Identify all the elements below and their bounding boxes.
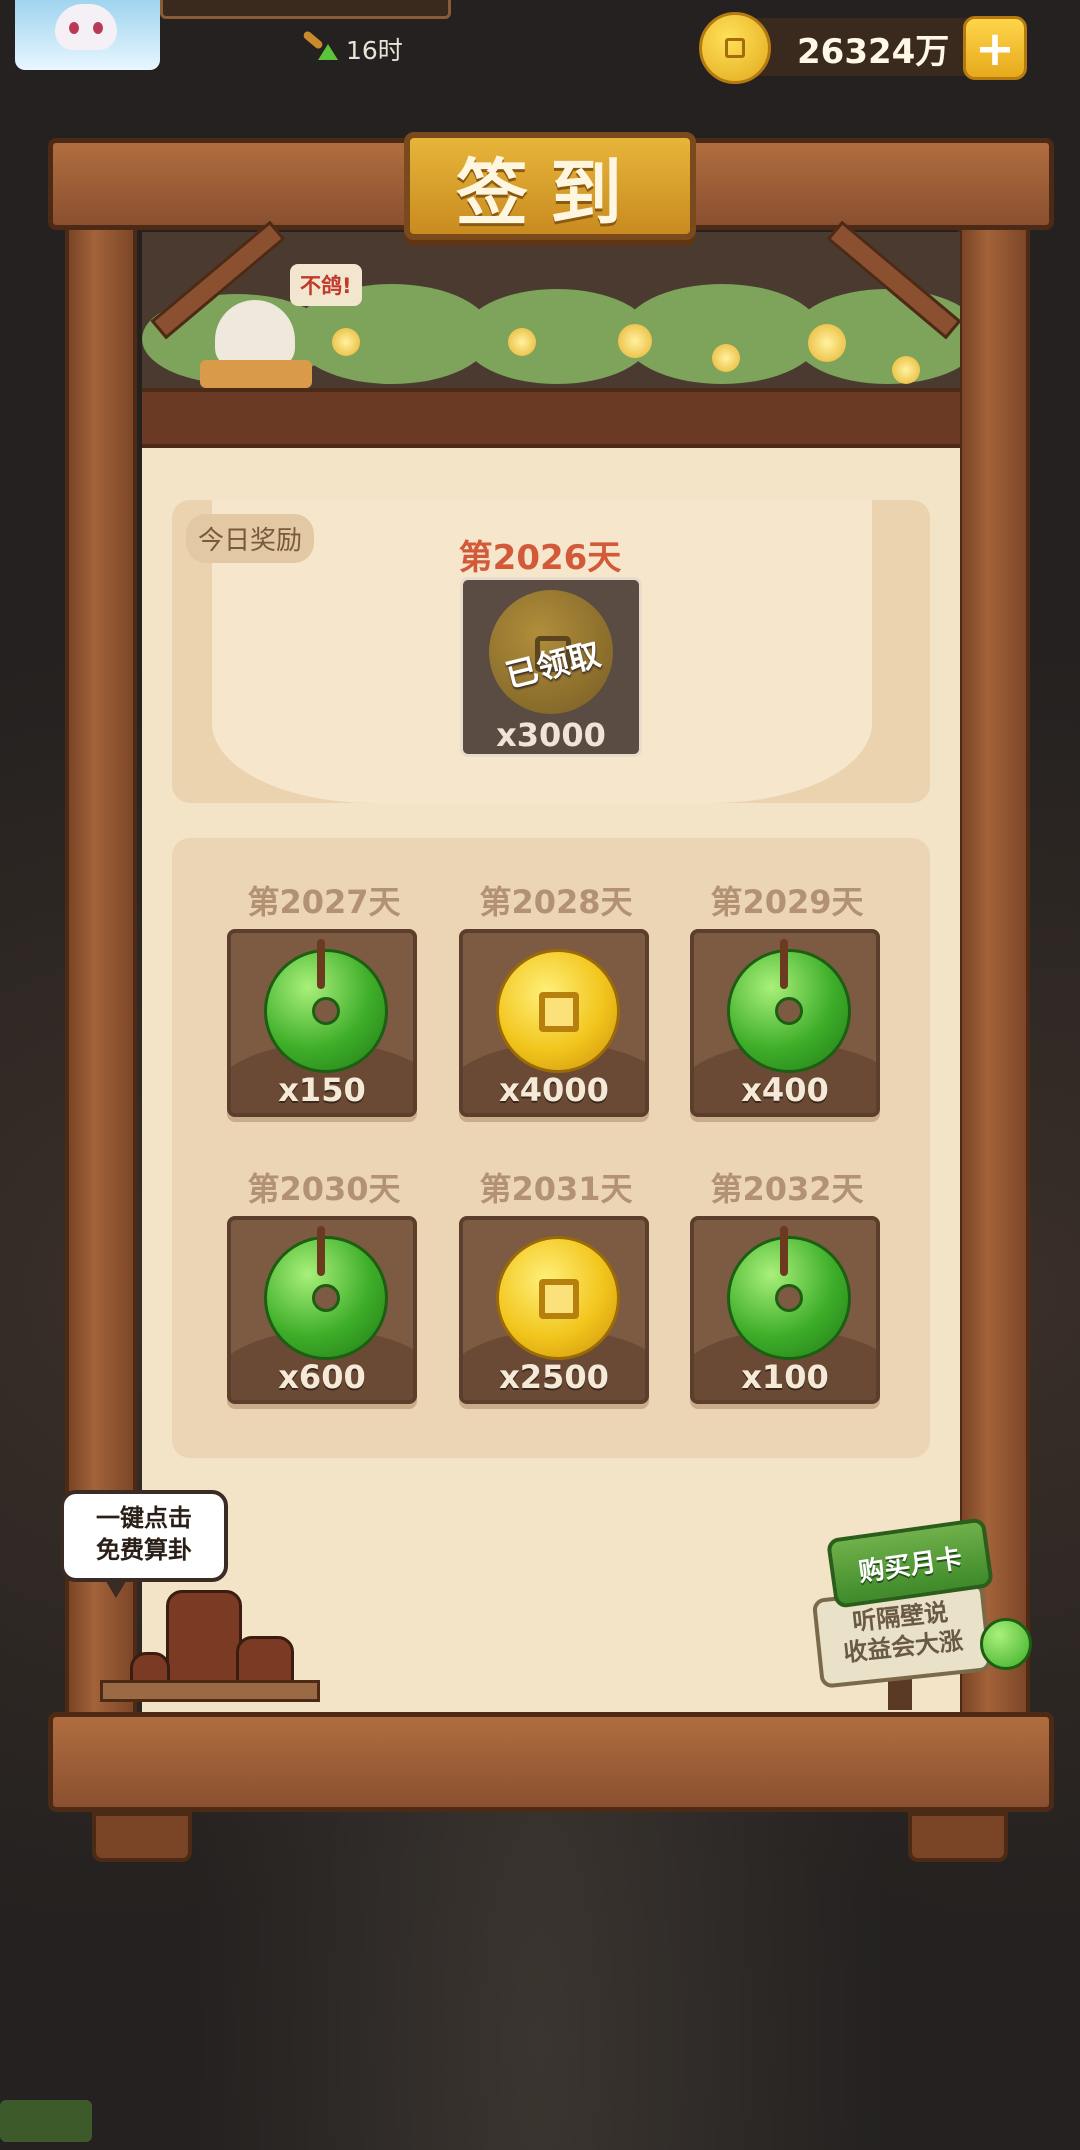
jade-cord (317, 939, 325, 989)
upgrade-key-icon (300, 29, 338, 68)
jade-icon (264, 1236, 388, 1360)
mascot-speech: 不鸽! (290, 264, 362, 306)
offline-timer[interactable]: 16时 (300, 29, 403, 68)
top-progress-bar (160, 0, 451, 19)
reward-qty: x600 (278, 1358, 366, 1396)
bubble-tail (104, 1578, 128, 1598)
reward-qty: x4000 (499, 1071, 609, 1109)
reward-card[interactable]: x2500 (459, 1216, 649, 1404)
coin-icon (496, 949, 620, 1073)
coin-flower (618, 324, 652, 358)
coin-icon (496, 1236, 620, 1360)
corner-button[interactable] (0, 2100, 92, 2142)
jade-icon (727, 1236, 851, 1360)
reward-card[interactable]: x150 (227, 929, 417, 1117)
frame-trim (142, 388, 960, 448)
frame-post-right (958, 140, 1030, 1740)
coin-flower (712, 344, 740, 372)
today-day-label: 第2026天 (458, 538, 622, 578)
reward-day-label: 第2030天 (247, 1170, 401, 1208)
fortune-shelf (100, 1680, 320, 1702)
frame-foot-right (908, 1812, 1008, 1862)
reward-day-label: 第2028天 (479, 883, 633, 921)
player-avatar[interactable] (15, 0, 160, 70)
coin-balance: 26324万 (797, 32, 950, 72)
jade-cord (780, 1226, 788, 1276)
reward-card[interactable]: x400 (690, 929, 880, 1117)
page-title: 签到 (455, 150, 644, 235)
free-fortune-button[interactable]: 一键点击 免费算卦 (60, 1490, 228, 1582)
coin-flower (808, 324, 846, 362)
add-coins-button[interactable]: + (963, 16, 1027, 80)
coin-icon (699, 12, 771, 84)
avatar-eye (93, 22, 103, 34)
reward-qty: x2500 (499, 1358, 609, 1396)
reward-day-label: 第2031天 (479, 1170, 633, 1208)
coin-flower (332, 328, 360, 356)
reward-day-label: 第2027天 (247, 883, 401, 921)
frame-beam-bottom (48, 1712, 1054, 1812)
reward-day-label: 第2029天 (710, 883, 864, 921)
reward-qty: x400 (741, 1071, 829, 1109)
jade-cord (780, 939, 788, 989)
nest (200, 360, 312, 388)
jade-icon (264, 949, 388, 1073)
reward-qty: x100 (741, 1358, 829, 1396)
today-reward-qty: x3000 (496, 716, 606, 754)
fortune-line-1: 一键点击 (96, 1504, 192, 1532)
today-reward-card: 已领取 x3000 (460, 577, 642, 757)
timer-label: 16时 (346, 36, 403, 65)
avatar-face (55, 4, 117, 50)
reward-day-label: 第2032天 (710, 1170, 864, 1208)
fortune-jar-icon (166, 1590, 242, 1688)
title-plaque: 签到 (404, 132, 696, 240)
coin-flower (508, 328, 536, 356)
jade-icon (980, 1618, 1032, 1670)
buy-month-card-label: 购买月卡 (856, 1543, 964, 1588)
coin-flower (892, 356, 920, 384)
frame-foot-left (92, 1812, 192, 1862)
reward-qty: x150 (278, 1071, 366, 1109)
jade-icon (727, 949, 851, 1073)
avatar-eye (69, 22, 79, 34)
jade-cord (317, 1226, 325, 1276)
reward-card[interactable]: x4000 (459, 929, 649, 1117)
reward-card[interactable]: x600 (227, 1216, 417, 1404)
fortune-line-2: 免费算卦 (96, 1536, 192, 1564)
reward-card[interactable]: x100 (690, 1216, 880, 1404)
